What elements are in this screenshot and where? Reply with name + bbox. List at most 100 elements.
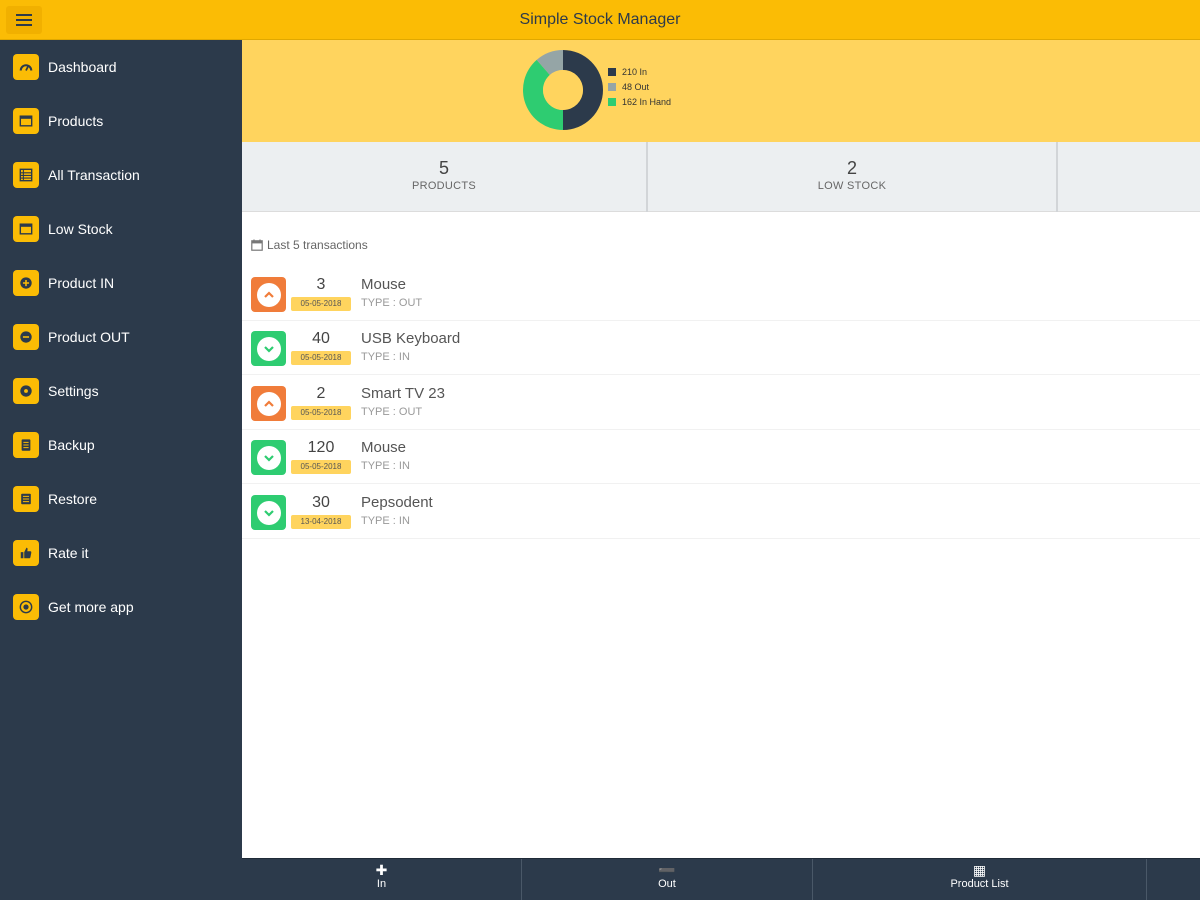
transaction-product-name: Smart TV 23: [361, 385, 445, 402]
transactions-title: Last 5 transactions: [251, 238, 368, 252]
transaction-date: 05-05-2018: [291, 406, 351, 420]
sidebar-item-all-transaction[interactable]: All Transaction: [0, 148, 242, 202]
transaction-row[interactable]: 120 05-05-2018 Mouse TYPE : IN: [242, 430, 1200, 484]
stat-divider: [1056, 142, 1058, 212]
sidebar: Dashboard Products All Transaction Low S…: [0, 40, 242, 900]
more-apps-icon: [13, 594, 39, 620]
restore-icon: [13, 486, 39, 512]
bottom-divider: [1146, 859, 1147, 900]
sidebar-item-product-out[interactable]: Product OUT: [0, 310, 242, 364]
grid-icon: ▦: [972, 862, 987, 878]
legend-label: 162 In Hand: [622, 96, 672, 107]
stat-value: 5: [438, 158, 449, 178]
transaction-qty: 120: [307, 439, 335, 456]
products-icon: [13, 108, 39, 134]
out-button[interactable]: ➖ Out: [522, 859, 812, 900]
transaction-row[interactable]: 3 05-05-2018 Mouse TYPE : OUT: [242, 267, 1200, 321]
legend-swatch-in-hand: [608, 97, 616, 106]
in-button-label: In: [376, 878, 387, 890]
chevron-up-icon: [263, 399, 274, 407]
transactions-title-text: Last 5 transactions: [267, 238, 368, 252]
chevron-down-icon: [263, 454, 274, 462]
sidebar-item-low-stock[interactable]: Low Stock: [0, 202, 242, 256]
dashboard-icon: [13, 54, 39, 80]
sidebar-item-label: Restore: [48, 491, 98, 507]
donut-hole: [543, 70, 583, 110]
minus-circle-icon: [13, 324, 39, 350]
sidebar-item-backup[interactable]: Backup: [0, 418, 242, 472]
transaction-product-name: Mouse: [361, 276, 407, 293]
chart-legend: 210 In 48 Out 162 In Hand: [608, 64, 671, 109]
stock-donut-chart: [523, 50, 603, 131]
minus-icon: ➖: [658, 862, 676, 878]
transaction-date: 05-05-2018: [291, 297, 351, 311]
transaction-qty: 2: [316, 385, 326, 402]
sidebar-item-label: All Transaction: [48, 167, 140, 183]
out-button-label: Out: [658, 878, 676, 890]
transaction-date: 05-05-2018: [291, 460, 351, 474]
sidebar-item-restore[interactable]: Restore: [0, 472, 242, 526]
in-indicator: [251, 440, 286, 475]
out-indicator: [251, 277, 286, 312]
stat-label: LOW STOCK: [817, 180, 887, 192]
product-list-button[interactable]: ▦ Product List: [813, 859, 1146, 900]
legend-label: 48 Out: [622, 81, 650, 92]
transaction-type: TYPE : IN: [361, 351, 410, 363]
plus-icon: ✚: [375, 862, 388, 878]
sidebar-item-rate-it[interactable]: Rate it: [0, 526, 242, 580]
stat-value: 2: [846, 158, 857, 178]
product-list-button-label: Product List: [950, 878, 1009, 890]
legend-label: 210 In: [622, 66, 648, 77]
sidebar-item-label: Product IN: [48, 275, 115, 291]
stats-bar: 5 PRODUCTS 2 LOW STOCK: [242, 142, 1200, 212]
sidebar-item-settings[interactable]: Settings: [0, 364, 242, 418]
calendar-icon: [251, 239, 263, 251]
sidebar-item-product-in[interactable]: Product IN: [0, 256, 242, 310]
transaction-type: TYPE : OUT: [361, 297, 423, 309]
legend-item-out: 48 Out: [608, 79, 671, 94]
transaction-row[interactable]: 30 13-04-2018 Pepsodent TYPE : IN: [242, 485, 1200, 539]
sidebar-item-label: Low Stock: [48, 221, 113, 237]
chevron-down-icon: [263, 509, 274, 517]
sidebar-item-dashboard[interactable]: Dashboard: [0, 40, 242, 94]
sidebar-item-label: Rate it: [48, 545, 89, 561]
transaction-qty: 40: [312, 330, 330, 347]
legend-swatch-in: [608, 67, 616, 76]
chevron-up-icon: [263, 290, 274, 298]
transaction-date: 13-04-2018: [291, 515, 351, 529]
app-title: Simple Stock Manager: [519, 11, 681, 28]
transaction-product-name: Pepsodent: [361, 494, 433, 511]
sidebar-item-label: Products: [48, 113, 104, 129]
legend-item-in: 210 In: [608, 64, 671, 79]
transaction-row[interactable]: 40 05-05-2018 USB Keyboard TYPE : IN: [242, 321, 1200, 375]
low-stock-icon: [13, 216, 39, 242]
transaction-qty: 30: [312, 494, 330, 511]
top-app-bar: Simple Stock Manager: [0, 0, 1200, 40]
sidebar-item-products[interactable]: Products: [0, 94, 242, 148]
stock-chart-panel: 210 In 48 Out 162 In Hand: [242, 40, 1200, 142]
sidebar-item-label: Get more app: [48, 599, 134, 615]
transaction-product-name: USB Keyboard: [361, 330, 461, 347]
transaction-product-name: Mouse: [361, 439, 407, 456]
transaction-type: TYPE : IN: [361, 515, 410, 527]
transaction-date: 05-05-2018: [291, 351, 351, 365]
legend-swatch-out: [608, 82, 616, 91]
sidebar-item-label: Product OUT: [48, 329, 130, 345]
in-button[interactable]: ✚ In: [242, 859, 521, 900]
stat-low-stock[interactable]: 2 LOW STOCK: [648, 142, 1056, 212]
bottom-action-bar: ✚ In ➖ Out ▦ Product List: [242, 858, 1200, 900]
stat-products[interactable]: 5 PRODUCTS: [242, 142, 646, 212]
transaction-type: TYPE : IN: [361, 460, 410, 472]
sidebar-item-get-more-app[interactable]: Get more app: [0, 580, 242, 634]
sidebar-item-label: Backup: [48, 437, 95, 453]
transaction-type: TYPE : OUT: [361, 406, 423, 418]
transaction-qty: 3: [316, 276, 326, 293]
out-indicator: [251, 386, 286, 421]
plus-circle-icon: [13, 270, 39, 296]
legend-item-in-hand: 162 In Hand: [608, 94, 671, 109]
transaction-row[interactable]: 2 05-05-2018 Smart TV 23 TYPE : OUT: [242, 376, 1200, 430]
sidebar-item-label: Dashboard: [48, 59, 117, 75]
sidebar-item-label: Settings: [48, 383, 99, 399]
in-indicator: [251, 495, 286, 530]
gear-icon: [13, 378, 39, 404]
